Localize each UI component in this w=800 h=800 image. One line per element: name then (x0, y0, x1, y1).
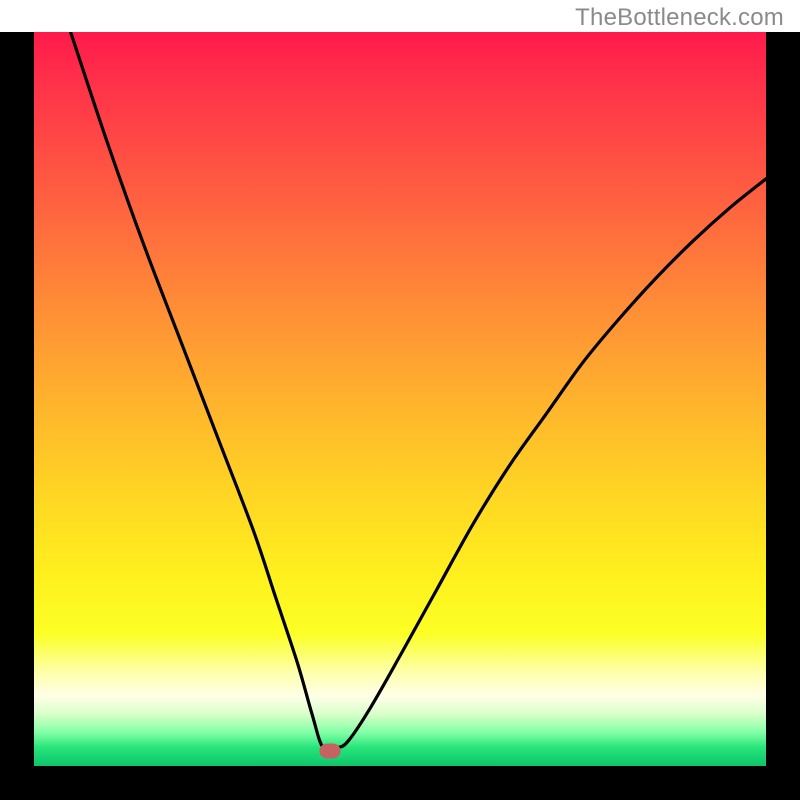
chart-stage: TheBottleneck.com (0, 0, 800, 800)
chart-plot-area (34, 32, 766, 766)
chart-curve (34, 32, 766, 766)
optimal-point-marker (320, 743, 341, 758)
watermark-text: TheBottleneck.com (575, 4, 784, 32)
chart-outer-frame (0, 32, 800, 800)
bottleneck-curve-path (71, 32, 766, 750)
